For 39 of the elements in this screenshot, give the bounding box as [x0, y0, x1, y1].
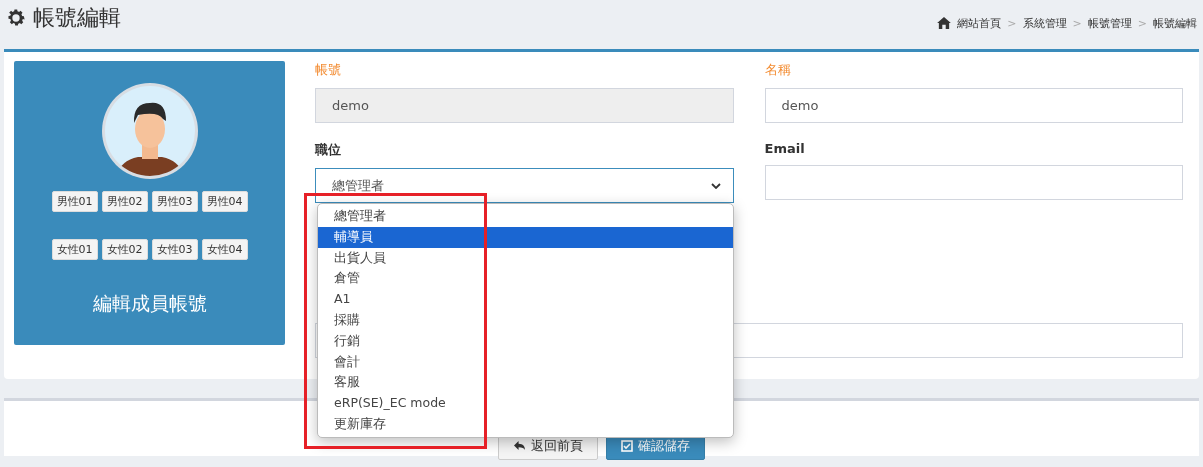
avatar-option-button[interactable]: 男性01	[51, 191, 98, 212]
avatar-option-button[interactable]: 女性04	[201, 239, 248, 260]
avatar-option-button[interactable]: 女性03	[151, 239, 198, 260]
home-icon	[937, 17, 952, 29]
avatar-option-button[interactable]: 男性04	[201, 191, 248, 212]
settings-icon	[5, 7, 27, 29]
field-label: 名稱	[764, 61, 792, 79]
breadcrumb-separator: >	[1007, 16, 1017, 30]
checkbox-icon	[621, 439, 633, 452]
dropdown-option[interactable]: 客服	[318, 372, 733, 394]
dropdown-option[interactable]: eRP(SE)_EC mode	[318, 393, 733, 414]
avatar-option-button[interactable]: 女性01	[51, 239, 98, 260]
back-arrow-icon	[513, 440, 526, 451]
dropdown-option[interactable]: 採購	[318, 310, 733, 331]
chevron-down-icon	[710, 182, 721, 189]
panel-caption: 編輯成員帳號	[92, 291, 207, 316]
breadcrumb-link[interactable]: 帳號管理	[1087, 15, 1132, 31]
page-title: 帳號編輯	[33, 4, 121, 32]
field-label: Email	[764, 141, 806, 156]
field-label: 職位	[315, 141, 342, 159]
breadcrumb-separator: >	[1072, 16, 1082, 30]
dropdown-option[interactable]: 倉管	[318, 268, 733, 290]
dropdown-option[interactable]: 行銷	[318, 330, 733, 352]
dropdown-option[interactable]: A1	[318, 289, 733, 310]
avatar-icon	[99, 81, 200, 181]
text-field[interactable]: demo	[764, 88, 1183, 123]
dropdown-option[interactable]: 總管理者	[318, 206, 733, 227]
dropdown-option[interactable]: 會計	[318, 351, 733, 373]
dropdown-option[interactable]: 輔導員	[318, 226, 733, 248]
breadcrumb-separator: >	[1137, 16, 1147, 30]
email-field[interactable]	[764, 165, 1183, 200]
avatar-option-button[interactable]: 男性03	[151, 191, 198, 212]
position-select[interactable]: 總管理者	[315, 168, 734, 203]
breadcrumb-link[interactable]: 系統管理	[1022, 15, 1067, 31]
field-label: 帳號	[315, 61, 342, 79]
breadcrumb-link[interactable]: 網站首頁	[957, 15, 1002, 31]
avatar-option-button[interactable]: 女性02	[101, 239, 148, 260]
dropdown-option[interactable]: 出貨人員	[318, 247, 733, 269]
avatar-option-button[interactable]: 男性02	[101, 191, 148, 212]
